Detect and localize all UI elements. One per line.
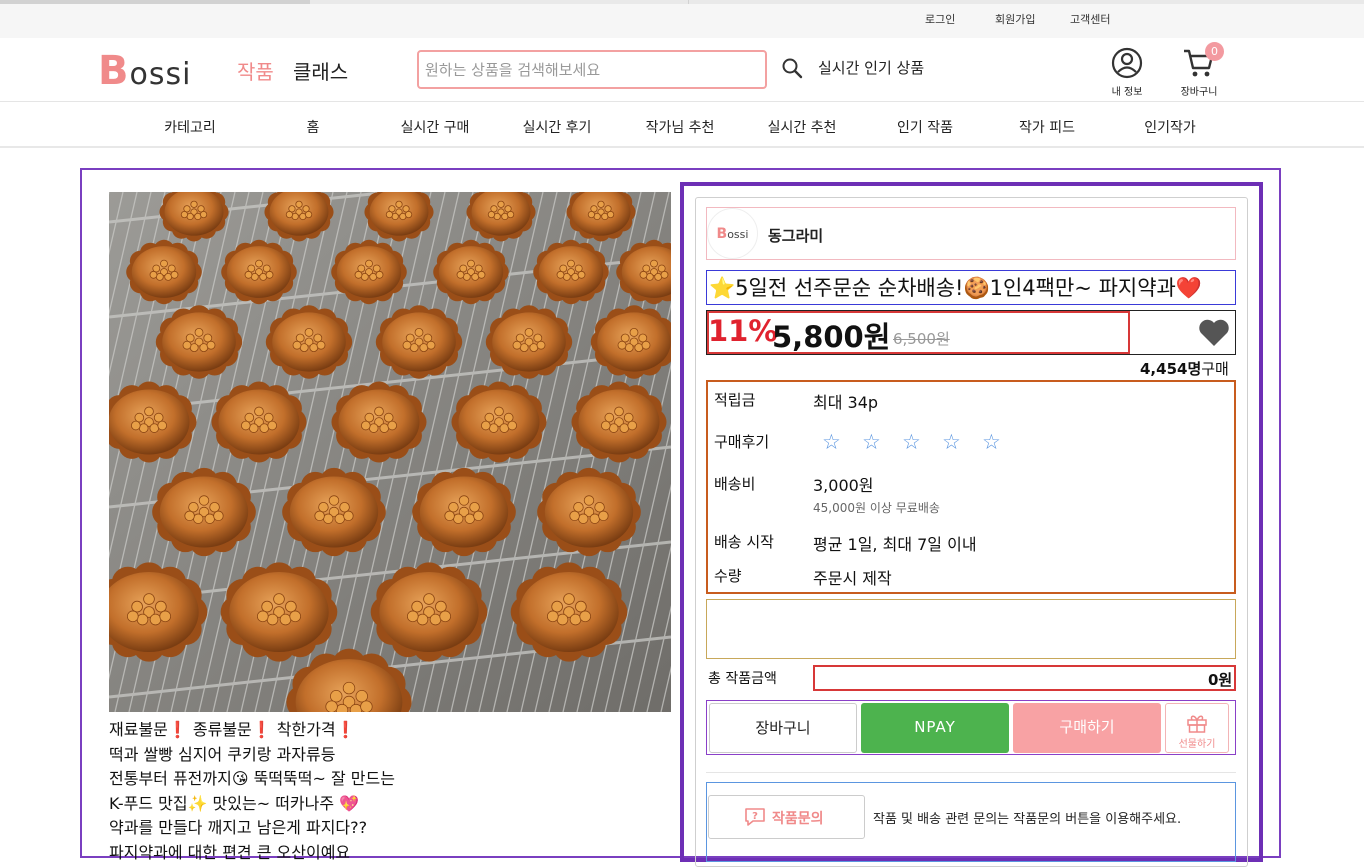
buyers-count: 4,454명구매	[1140, 358, 1229, 379]
nav-item-live-reviews[interactable]: 실시간 후기	[523, 117, 592, 137]
seller-avatar[interactable]: Bossi	[707, 208, 758, 259]
star-icon[interactable]: ☆	[862, 430, 881, 454]
description-line: K-푸드 맛집✨ 맛있는~ 떠카나주 💖	[109, 792, 669, 817]
gift-button[interactable]: 선물하기	[1165, 703, 1229, 753]
main-header: Bossi 작품 클래스 실시간 인기 상품 내 정보 장바구니 0	[0, 38, 1364, 102]
product-description: 재료불문❗ 종류불문❗ 착한가격❗ 떡과 쌀빵 심지어 쿠키랑 과자류등 전통부…	[109, 718, 669, 865]
user-icon	[1111, 47, 1143, 79]
nav-item-artist-feed[interactable]: 작가 피드	[1019, 117, 1075, 137]
inquiry-button-label: 작품문의	[772, 808, 824, 828]
gift-icon	[1186, 713, 1208, 733]
nav-item-home[interactable]: 홈	[307, 117, 320, 137]
tab-works[interactable]: 작품	[237, 56, 274, 85]
nav-item-popular-works[interactable]: 인기 작품	[897, 117, 953, 137]
shipping-label: 배송비	[714, 473, 755, 494]
signup-link[interactable]: 회원가입	[995, 11, 1035, 27]
inquiry-guide-text: 작품 및 배송 관련 문의는 작품문의 버튼을 이용해주세요.	[873, 808, 1181, 827]
popular-products-link[interactable]: 실시간 인기 상품	[818, 57, 924, 78]
nav-item-live-picks[interactable]: 실시간 추천	[768, 117, 837, 137]
seller-name[interactable]: 동그라미	[768, 225, 823, 246]
category-nav: 카테고리 홈 실시간 구매 실시간 후기 작가님 추천 실시간 추천 인기 작품…	[0, 103, 1364, 148]
buy-now-button[interactable]: 구매하기	[1013, 703, 1161, 753]
yakgwa-photo-illustration	[109, 192, 671, 712]
sale-price: 5,800원	[772, 314, 890, 356]
total-price-box	[813, 665, 1236, 691]
star-icon[interactable]: ☆	[902, 430, 921, 454]
nav-item-popular-artists[interactable]: 인기작가	[1144, 117, 1196, 137]
description-line: 재료불문❗ 종류불문❗ 착한가격❗	[109, 718, 669, 743]
ship-start-label: 배송 시작	[714, 531, 774, 552]
search-input[interactable]	[417, 50, 767, 89]
points-label: 적립금	[714, 389, 755, 410]
description-line: 떡과 쌀빵 심지어 쿠키랑 과자류등	[109, 743, 669, 768]
product-info-box	[706, 380, 1236, 594]
utility-bar: 로그인 회원가입 고객센터	[0, 4, 1364, 38]
discount-rate: 11%	[708, 314, 777, 348]
points-value: 최대 34p	[813, 389, 878, 413]
inquiry-button[interactable]: ? 작품문의	[708, 795, 865, 839]
search-icon[interactable]	[780, 56, 804, 80]
svg-text:?: ?	[752, 811, 758, 822]
quantity-value: 주문시 제작	[813, 565, 892, 589]
heart-icon[interactable]	[1198, 318, 1230, 348]
question-bubble-icon: ?	[744, 807, 766, 827]
shipping-value: 3,000원	[813, 472, 874, 496]
description-line: 약과를 만들다 깨지고 남은게 파지다??	[109, 816, 669, 841]
cart-label: 장바구니	[1175, 83, 1223, 98]
free-shipping-note: 45,000원 이상 무료배송	[813, 499, 940, 516]
divider	[706, 772, 1236, 773]
site-logo[interactable]: Bossi	[98, 48, 191, 94]
description-line: 파지약과에 대한 편견 큰 오산이예요	[109, 841, 669, 866]
add-to-cart-button[interactable]: 장바구니	[709, 703, 857, 753]
nav-item-live-purchase[interactable]: 실시간 구매	[401, 117, 470, 137]
ship-start-value: 평균 1일, 최대 7일 이내	[813, 531, 977, 555]
product-title: ⭐5일전 선주문순 순차배송!🍪1인4팩만~ 파지약과❤️	[709, 272, 1202, 302]
star-icon[interactable]: ☆	[982, 430, 1001, 454]
nav-item-artist-picks[interactable]: 작가님 추천	[646, 117, 715, 137]
tab-class[interactable]: 클래스	[293, 56, 348, 85]
review-label: 구매후기	[714, 431, 769, 452]
login-link[interactable]: 로그인	[925, 11, 955, 27]
total-price-value: 0원	[1208, 669, 1232, 690]
support-link[interactable]: 고객센터	[1070, 11, 1110, 27]
nav-item-category[interactable]: 카테고리	[164, 117, 216, 137]
product-image	[109, 192, 671, 712]
description-line: 전통부터 퓨전까지😘 뚝떡뚝떡~ 잘 만드는	[109, 767, 669, 792]
my-info-button[interactable]: 내 정보	[1105, 47, 1149, 98]
gift-label: 선물하기	[1166, 735, 1228, 750]
quantity-label: 수량	[714, 565, 742, 586]
star-icon[interactable]: ☆	[822, 430, 841, 454]
cart-count-badge: 0	[1205, 42, 1224, 61]
total-price-label: 총 작품금액	[708, 668, 777, 688]
npay-button[interactable]: NPAY	[861, 703, 1009, 753]
original-price: 6,500원	[893, 328, 950, 349]
star-icon[interactable]: ☆	[942, 430, 961, 454]
my-info-label: 내 정보	[1105, 83, 1149, 98]
option-select-area[interactable]	[706, 599, 1236, 659]
